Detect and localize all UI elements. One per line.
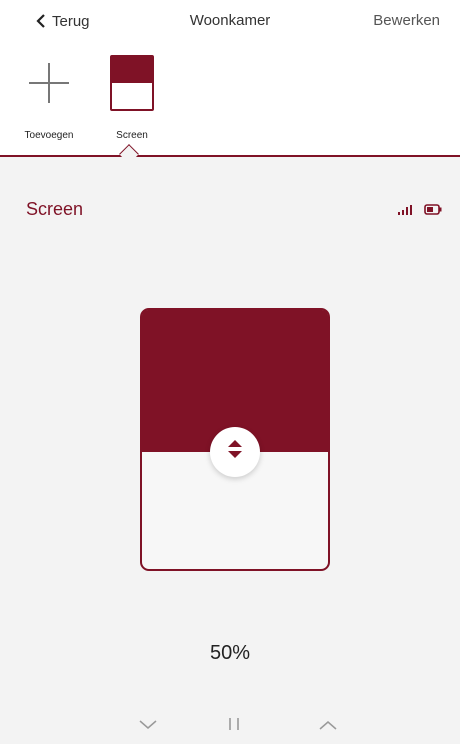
- pause-icon: [228, 717, 240, 736]
- back-label: Terug: [52, 12, 90, 30]
- up-down-arrows-icon: [226, 438, 244, 465]
- status-icons: [398, 202, 442, 220]
- tile-screen[interactable]: Screen: [92, 52, 172, 141]
- chevron-up-icon: [319, 717, 337, 735]
- chevron-down-icon: [139, 717, 157, 735]
- battery-icon: [424, 202, 442, 220]
- tile-add[interactable]: Toevoegen: [9, 52, 89, 141]
- divider: [0, 155, 460, 157]
- up-button[interactable]: [308, 712, 348, 740]
- tile-label: Toevoegen: [24, 130, 74, 141]
- down-button[interactable]: [128, 712, 168, 740]
- tile-label: Screen: [116, 130, 148, 141]
- thumb-fill: [112, 57, 152, 83]
- chevron-left-icon: [36, 14, 46, 28]
- signal-icon: [398, 202, 412, 220]
- selected-indicator: [119, 144, 139, 164]
- plus-icon: [27, 52, 71, 114]
- blind-drag-handle[interactable]: [210, 426, 260, 477]
- screen-blind-icon: [110, 55, 154, 111]
- back-button[interactable]: Terug: [36, 10, 90, 32]
- top-bar: Terug Woonkamer Bewerken Toevoegen Scree…: [0, 0, 460, 164]
- page-title: Woonkamer: [189, 12, 271, 29]
- position-percentage: 50%: [209, 642, 251, 664]
- edit-button[interactable]: Bewerken: [373, 10, 440, 32]
- stop-button[interactable]: [214, 712, 254, 740]
- device-name: Screen: [26, 199, 84, 219]
- blind-control[interactable]: [140, 308, 330, 571]
